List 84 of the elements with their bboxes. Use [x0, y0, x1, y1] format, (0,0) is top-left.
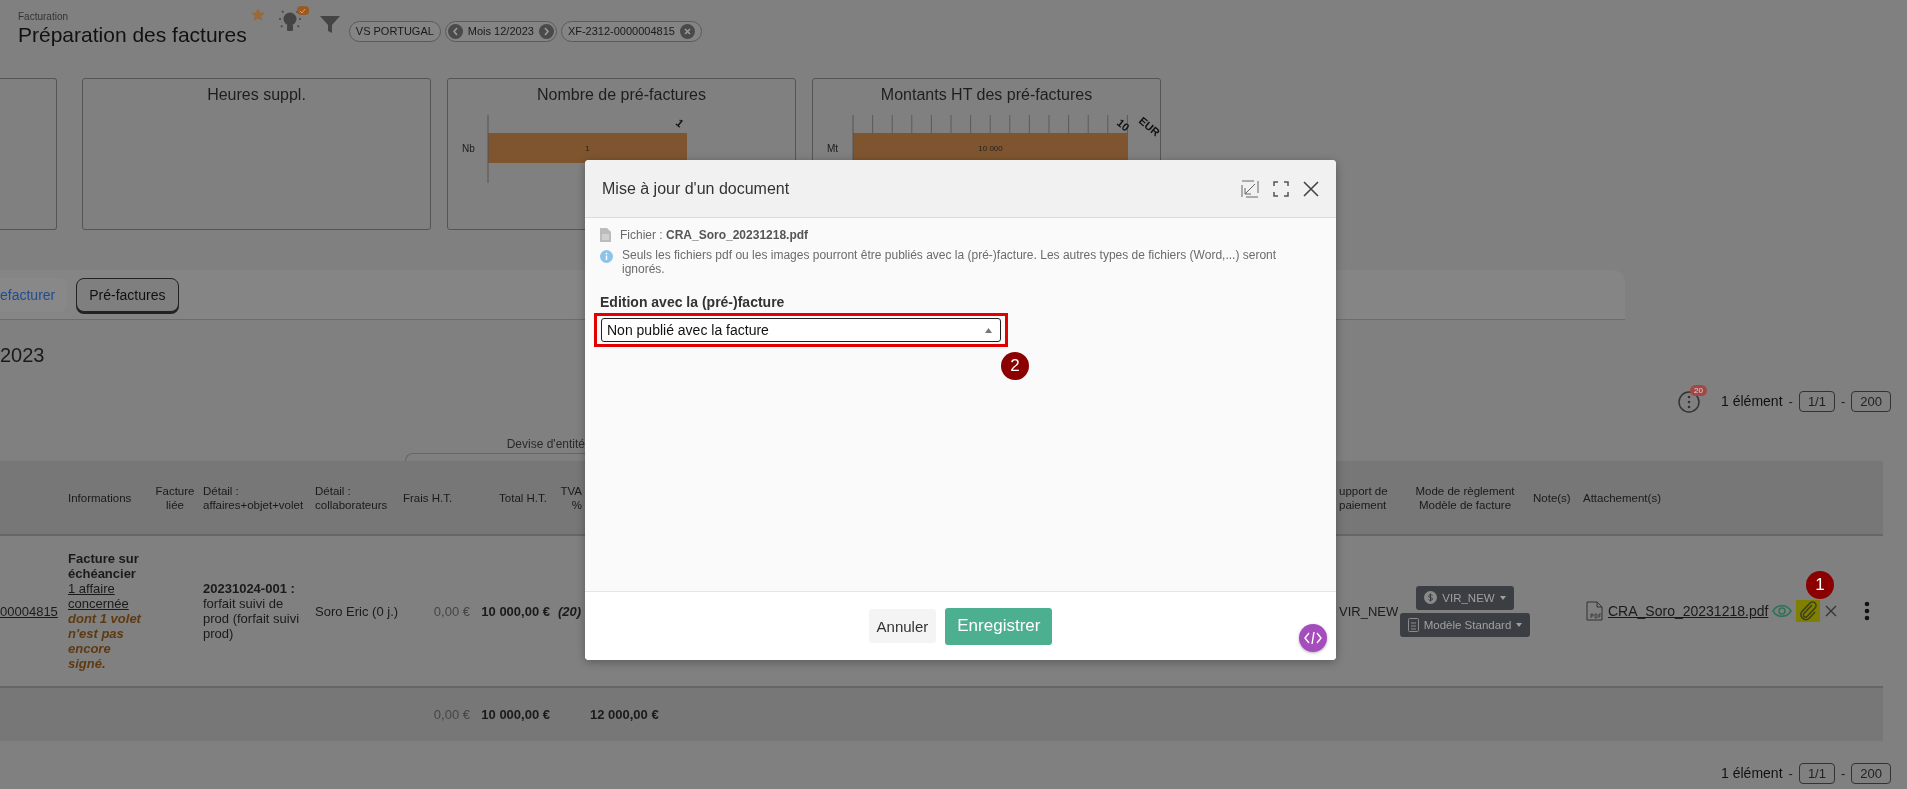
total-cell-text: 10 000,00 €: [480, 603, 550, 619]
code-button[interactable]: [1299, 624, 1327, 652]
file-name-text: Fichier : CRA_Soro_20231218.pdf: [620, 228, 809, 242]
column-header: Note(s): [1532, 490, 1572, 505]
fullscreen-icon[interactable]: [1273, 180, 1289, 197]
dollar-icon: [1424, 591, 1438, 604]
kebab-menu-icon[interactable]: [1864, 601, 1871, 621]
data-label: 10 000: [978, 144, 1003, 153]
payment-mode-dropdown[interactable]: VIR_NEW: [1416, 585, 1514, 610]
page-box[interactable]: 1/1: [1798, 762, 1835, 784]
caret-icon: [1499, 595, 1506, 600]
tab[interactable]: Pré-factures: [76, 277, 179, 312]
publish-select[interactable]: Non publié avec la facture: [601, 318, 1001, 342]
axis-label: Nb: [462, 143, 475, 154]
axis-label: Mt: [827, 143, 839, 154]
cancel-button[interactable]: Annuler: [868, 609, 937, 643]
separator: -: [1788, 765, 1793, 781]
breadcrumb: Facturation: [18, 10, 70, 22]
file-icon: [600, 228, 611, 242]
column-header: Détail : affaires+objet+volet: [202, 483, 305, 512]
column-header: TVA %: [559, 483, 583, 512]
card-title: Montants HT des pré-factures: [880, 86, 1093, 104]
fees-cell-text: 0,00 €: [432, 603, 470, 619]
attachment-link[interactable]: CRA_Soro_20231218.pdf: [1608, 603, 1769, 619]
column-header: Détail : collaborateurs: [314, 483, 389, 512]
template-dropdown[interactable]: Modèle Standard: [1399, 612, 1531, 637]
separator: -: [1840, 765, 1846, 781]
column-header: Frais H.T.: [402, 490, 454, 505]
next-icon: [538, 23, 554, 39]
modal-title: Mise à jour d'un document: [602, 179, 791, 198]
item-count: 1 élément: [1721, 765, 1783, 781]
staff-cell-text: Soro Eric (0 j.): [314, 603, 400, 619]
star-icon[interactable]: [250, 8, 265, 22]
page-box[interactable]: 1/1: [1798, 390, 1835, 412]
notification-badge: 20: [1690, 385, 1707, 396]
close-icon: [679, 23, 695, 39]
warning-text: dont 1 volet n'est pas encore signé.: [68, 611, 143, 671]
document-icon: [1407, 617, 1419, 632]
axis-line: [487, 114, 489, 184]
field-label: Edition avec la (pré-)facture: [600, 294, 786, 310]
info-title: Facture sur échéancier: [68, 551, 140, 581]
column-header: Total H.T.: [498, 490, 548, 505]
card-title: Heures suppl.: [207, 86, 306, 104]
vat-cell-text: (20): [556, 603, 582, 619]
total-incl-tax: 12 000,00 €: [589, 707, 660, 722]
filter-icon[interactable]: [318, 13, 341, 35]
deal-link[interactable]: 1 affaire concernée: [68, 581, 150, 611]
pdf-file-icon: [1586, 601, 1604, 621]
filter-chip[interactable]: VS PORTUGAL: [348, 20, 441, 42]
separator: -: [1788, 393, 1793, 409]
grand-total: 10 000,00 €: [480, 707, 550, 722]
total-label: 1: [673, 116, 687, 130]
column-header: Attachement(s): [1582, 490, 1662, 505]
paperclip-icon[interactable]: [1796, 600, 1821, 622]
info-text: Seuls les fichiers pdf ou les images pourront être publiés avec la (pré-)facture. Les autres types de fichiers (Word,...) seront ignorés.: [622, 248, 1278, 276]
card-title: Nombre de pré-factures: [537, 86, 706, 104]
restore-icon[interactable]: [1241, 179, 1259, 198]
data-label: 1: [585, 144, 590, 153]
page-size-box[interactable]: 200: [1851, 762, 1891, 784]
page-size-box[interactable]: 200: [1851, 390, 1891, 412]
page-title: Préparation des factures: [18, 21, 247, 48]
filter-chip[interactable]: Mois 12/2023: [444, 20, 557, 42]
reference-link[interactable]: 00004815: [0, 603, 65, 619]
caret-icon: [985, 327, 992, 333]
period-title: 2023: [0, 343, 45, 368]
column-header: Mode de règlement Modèle de facture: [1414, 483, 1516, 512]
callout-number: 1: [1806, 571, 1834, 599]
more-options-button[interactable]: 20: [1677, 387, 1712, 415]
currency-label: Devise d'entité: [505, 437, 585, 453]
item-count: 1 élément: [1721, 393, 1783, 409]
code-icon: [1304, 631, 1322, 645]
previous-icon: [447, 23, 463, 39]
caret-icon: [1516, 622, 1523, 627]
column-header: Informations: [67, 490, 133, 505]
column-header: upport de paiement: [1338, 483, 1389, 512]
close-icon[interactable]: [1303, 180, 1319, 197]
detail-cell-text: 20231024-001 : forfait suivi de prod (forfait suivi prod): [202, 581, 301, 641]
filter-chip[interactable]: XF-2312-0000004815: [560, 20, 702, 42]
payment-support-cell-text: VIR_NEW: [1338, 603, 1400, 619]
total-label: 10: [1114, 116, 1132, 134]
save-button[interactable]: Enregistrer: [945, 607, 1053, 645]
separator: -: [1840, 393, 1846, 409]
column-header: Facture liée: [154, 483, 196, 512]
info-icon: [600, 250, 613, 263]
